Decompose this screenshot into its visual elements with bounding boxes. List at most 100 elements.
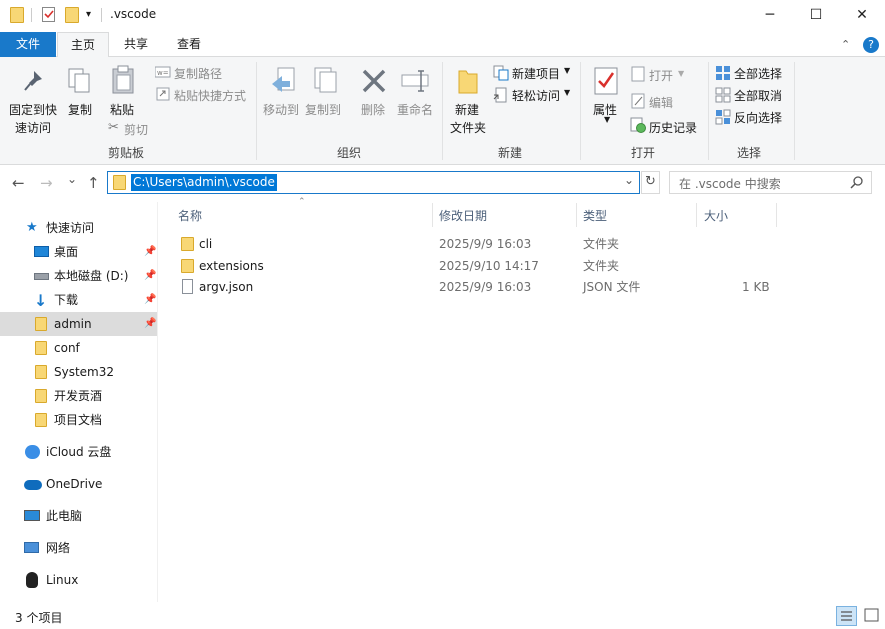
address-dropdown-icon[interactable]: ⌄	[624, 173, 634, 187]
column-header-modified[interactable]: 修改日期	[439, 207, 487, 224]
collapse-ribbon-icon[interactable]: ⌃	[841, 38, 850, 51]
file-row[interactable]: cli 2025/9/9 16:03 文件夹	[170, 233, 780, 255]
new-folder-icon	[458, 70, 478, 94]
pin-icon[interactable]: 📌	[144, 288, 156, 312]
maximize-button[interactable]: ☐	[793, 0, 839, 30]
sidebar-item-linux[interactable]: Linux	[0, 568, 157, 592]
new-item-button[interactable]: 新建项目	[512, 65, 560, 82]
file-size: 1 KB	[742, 280, 770, 294]
column-separator[interactable]	[576, 203, 577, 227]
copy-path-button[interactable]: 复制路径	[174, 65, 222, 82]
rename-button[interactable]: 重命名	[397, 101, 433, 118]
column-separator[interactable]	[776, 203, 777, 227]
sidebar-item-dev[interactable]: 开发贡酒	[0, 384, 157, 408]
pin-icon[interactable]: 📌	[144, 264, 156, 288]
delete-button[interactable]: 删除	[361, 101, 385, 118]
new-folder-label: 文件夹	[450, 121, 487, 135]
edit-button[interactable]: 编辑	[649, 94, 673, 111]
invert-selection-button[interactable]: 反向选择	[734, 109, 782, 126]
network-icon	[24, 542, 39, 553]
file-row[interactable]: argv.json 2025/9/9 16:03 JSON 文件 1 KB	[170, 276, 780, 298]
file-name: cli	[199, 237, 213, 251]
address-bar[interactable]: C:\Users\admin\.vscode ⌄	[107, 171, 640, 194]
recent-locations-button[interactable]: ⌄	[67, 172, 77, 186]
sidebar-item-system32[interactable]: System32	[0, 360, 157, 384]
address-text[interactable]: C:\Users\admin\.vscode	[131, 174, 277, 191]
select-group-label: 选择	[737, 146, 762, 160]
column-header-type[interactable]: 类型	[583, 207, 607, 224]
sidebar-item-conf[interactable]: conf	[0, 336, 157, 360]
new-item-icon	[493, 65, 509, 81]
sidebar-item-local-disk[interactable]: 本地磁盘 (D:) 📌	[0, 264, 157, 288]
sidebar-item-this-pc[interactable]: 此电脑	[0, 504, 157, 528]
customize-toolbar-icon[interactable]: ▾	[86, 9, 91, 20]
history-button[interactable]: 历史记录	[649, 119, 697, 136]
properties-icon	[594, 67, 618, 95]
folder-icon	[35, 341, 47, 355]
new-folder-quick-icon[interactable]	[65, 7, 79, 23]
open-icon	[631, 66, 645, 82]
item-count: 3 个项目	[15, 611, 63, 625]
sidebar-item-project-docs[interactable]: 项目文档	[0, 408, 157, 432]
paste-button[interactable]: 粘贴	[110, 101, 134, 118]
dropdown-icon: ▼	[564, 88, 571, 97]
file-icon	[182, 279, 193, 294]
move-to-button[interactable]: 移动到	[263, 101, 299, 118]
close-button[interactable]: ✕	[839, 0, 885, 30]
column-separator[interactable]	[432, 203, 433, 227]
column-separator[interactable]	[696, 203, 697, 227]
cut-button[interactable]: 剪切	[124, 121, 148, 138]
sidebar-item-network[interactable]: 网络	[0, 536, 157, 560]
folder-icon	[35, 317, 47, 331]
tab-file[interactable]: 文件	[0, 32, 56, 57]
sidebar-item-onedrive[interactable]: OneDrive	[0, 472, 157, 496]
file-modified: 2025/9/10 14:17	[439, 259, 539, 273]
select-none-button[interactable]: 全部取消	[734, 87, 782, 104]
refresh-button[interactable]: ↻	[641, 171, 660, 194]
copy-to-icon	[314, 67, 337, 93]
separator	[31, 8, 32, 22]
sidebar-item-icloud[interactable]: iCloud 云盘	[0, 440, 157, 464]
sidebar-item-desktop[interactable]: 桌面 📌	[0, 240, 157, 264]
paste-icon	[112, 65, 134, 94]
sidebar-item-admin[interactable]: admin 📌	[0, 312, 157, 336]
tab-view[interactable]: 查看	[164, 32, 214, 57]
pane-divider[interactable]	[157, 202, 158, 602]
new-folder-button[interactable]: 新建	[455, 101, 479, 118]
copy-button[interactable]: 复制	[68, 101, 92, 118]
tab-home[interactable]: 主页	[57, 32, 109, 58]
search-box[interactable]: 在 .vscode 中搜索	[669, 171, 872, 194]
group-separator	[580, 62, 581, 160]
pin-icon[interactable]: 📌	[144, 240, 156, 264]
paste-shortcut-button[interactable]: 粘贴快捷方式	[174, 87, 246, 104]
minimize-button[interactable]: ─	[747, 0, 793, 30]
help-icon[interactable]: ?	[863, 37, 879, 53]
file-row[interactable]: extensions 2025/9/10 14:17 文件夹	[170, 255, 780, 277]
pin-quick-access-button[interactable]: 固定到快	[9, 101, 57, 118]
ribbon: 固定到快 速访问 复制 粘贴 w= 复制路径 粘贴快捷方式 ✂ 剪切 剪贴板 移…	[0, 57, 885, 165]
group-separator	[442, 62, 443, 160]
copy-to-button[interactable]: 复制到	[305, 101, 341, 118]
folder-icon	[10, 7, 24, 23]
column-header-name[interactable]: 名称	[178, 207, 202, 224]
large-icons-view-button[interactable]	[862, 606, 883, 626]
sidebar-item-label: 快速访问	[46, 221, 95, 235]
select-all-button[interactable]: 全部选择	[734, 65, 782, 82]
up-button[interactable]: ↑	[87, 174, 100, 192]
details-view-button[interactable]	[836, 606, 857, 626]
open-button[interactable]: 打开	[649, 67, 673, 84]
sidebar-item-label: 开发贡酒	[54, 389, 103, 403]
forward-button[interactable]: →	[40, 174, 53, 192]
tab-share[interactable]: 共享	[112, 32, 160, 57]
back-button[interactable]: ←	[12, 174, 25, 192]
pin-icon[interactable]: 📌	[144, 312, 156, 336]
properties-quick-icon[interactable]	[42, 7, 55, 22]
desktop-icon	[34, 246, 49, 257]
sidebar-item-downloads[interactable]: ↓ 下载 📌	[0, 288, 157, 312]
search-icon[interactable]	[850, 176, 863, 189]
column-header-size[interactable]: 大小	[704, 207, 728, 224]
sidebar-item-quick-access[interactable]: ★ 快速访问	[0, 216, 157, 240]
window-title: .vscode	[110, 7, 157, 21]
easy-access-button[interactable]: 轻松访问	[512, 87, 560, 104]
history-icon	[630, 117, 646, 133]
